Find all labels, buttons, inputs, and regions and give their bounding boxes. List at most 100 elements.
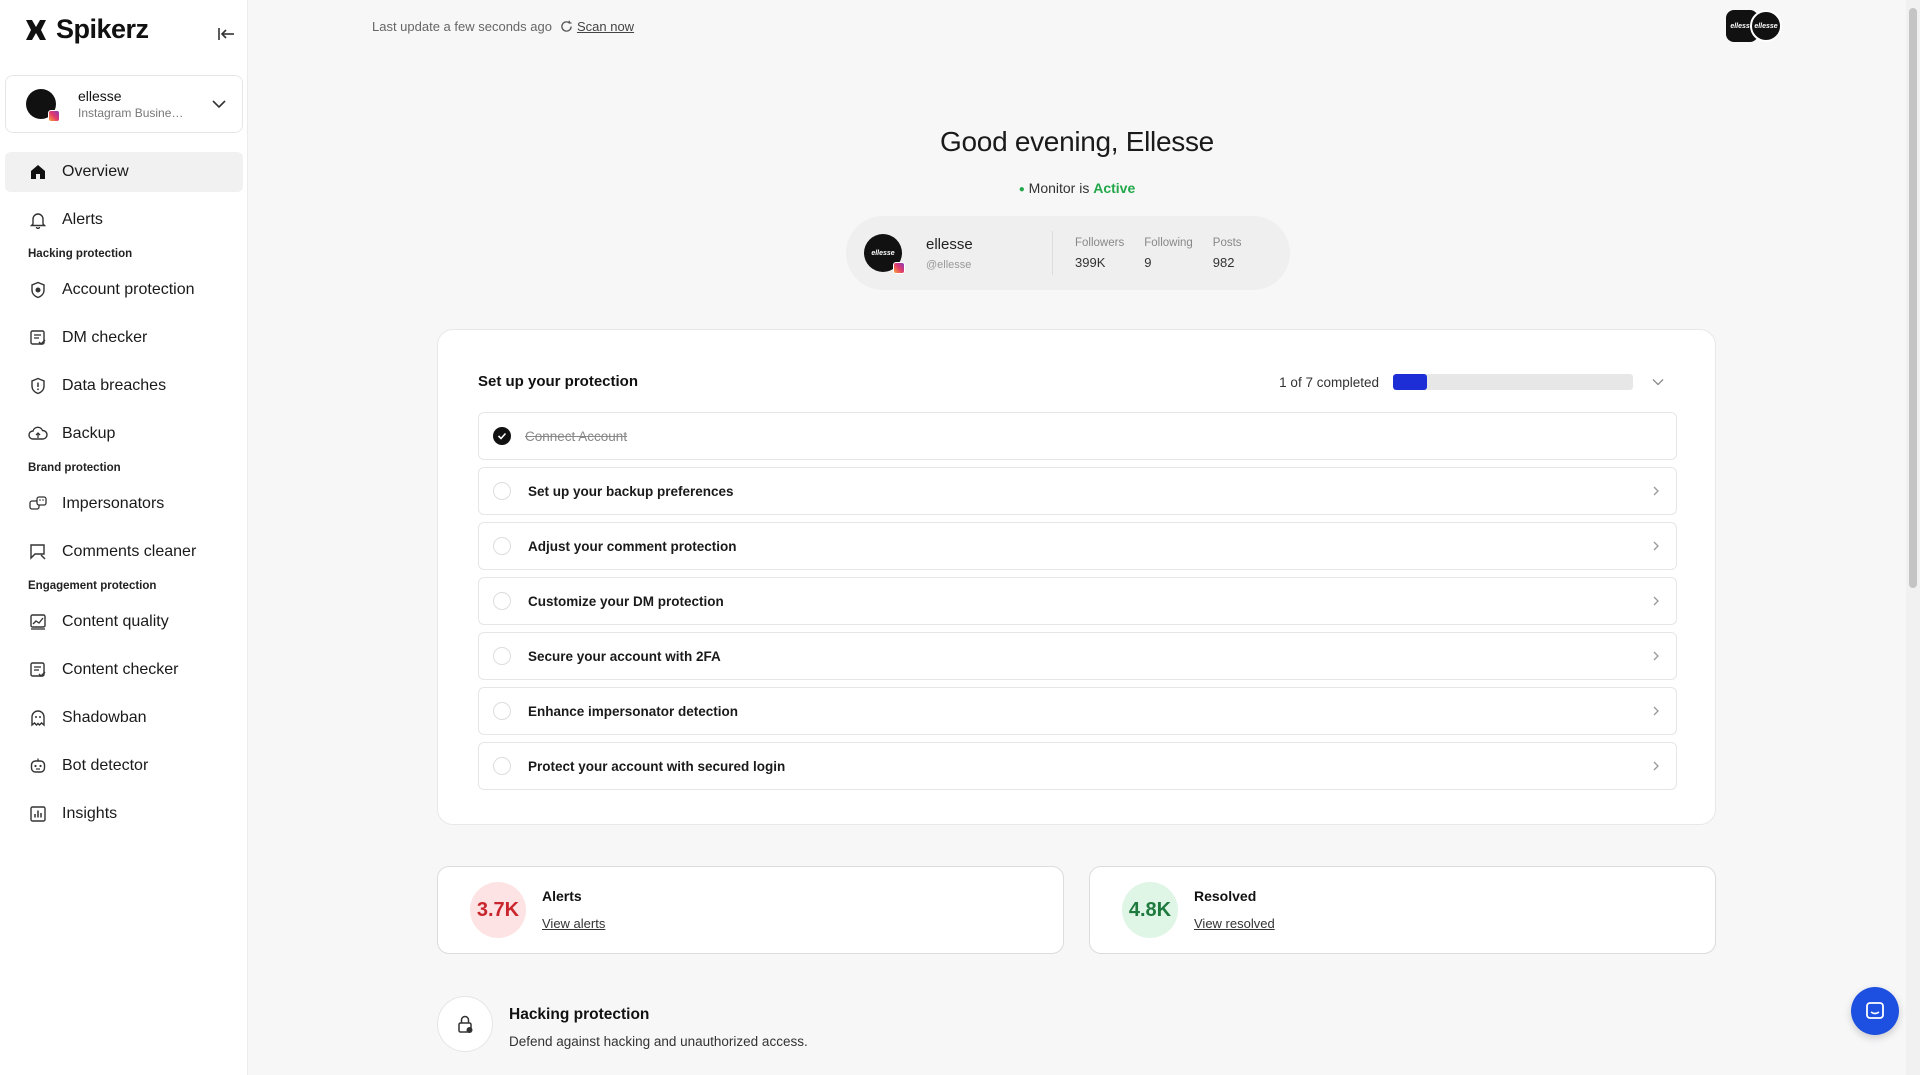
sidebar-item-label: Content checker (62, 661, 179, 678)
profile-handle: @ellesse (926, 258, 972, 271)
masks-icon (28, 494, 48, 514)
sidebar-item-comments-cleaner[interactable]: Comments cleaner (5, 532, 243, 572)
sidebar: Spikerz ellesse Instagram Business Accou… (0, 0, 248, 1075)
sidebar-item-label: Account protection (62, 281, 195, 298)
setup-progress: 1 of 7 completed (1279, 374, 1665, 390)
empty-circle-icon (493, 702, 511, 720)
setup-step-label: Protect your account with secured login (528, 758, 786, 774)
sidebar-item-impersonators[interactable]: Impersonators (5, 484, 243, 524)
resolved-stat-card: 4.8K Resolved View resolved (1089, 866, 1716, 954)
instagram-icon (48, 110, 60, 122)
setup-step[interactable]: Protect your account with secured login (478, 742, 1677, 790)
scan-now-label: Scan now (576, 19, 635, 34)
account-avatars[interactable]: ellesse ellesse (1726, 10, 1782, 42)
sidebar-item-label: Alerts (62, 211, 103, 228)
nav-section-brand: Brand protection (28, 462, 121, 474)
top-bar: Last update a few seconds ago Scan now (372, 19, 634, 34)
nav-section-hacking: Hacking protection (28, 248, 133, 260)
profile-avatar-label: ellesse (871, 249, 895, 257)
comment-broom-icon (28, 542, 48, 562)
brand-logo[interactable]: Spikerz (22, 14, 149, 45)
sidebar-item-alerts[interactable]: Alerts (5, 200, 243, 240)
collapse-left-icon (218, 28, 234, 40)
sidebar-item-label: Comments cleaner (62, 543, 197, 560)
check-circle-icon (493, 427, 511, 445)
sidebar-item-backup[interactable]: Backup (5, 414, 243, 454)
setup-step[interactable]: Secure your account with 2FA (478, 632, 1677, 680)
collapse-sidebar-button[interactable] (214, 22, 238, 46)
shield-icon (28, 280, 48, 300)
sidebar-item-shadowban[interactable]: Shadowban (5, 698, 243, 738)
progress-fill (1393, 374, 1428, 390)
alerts-stat-card: 3.7K Alerts View alerts (437, 866, 1064, 954)
monitor-prefix: Monitor is (1028, 180, 1090, 196)
setup-protection-card: Set up your protection 1 of 7 completed … (437, 329, 1716, 825)
monitor-status-value: Active (1093, 180, 1136, 196)
sidebar-item-label: Bot detector (62, 757, 149, 774)
sidebar-item-content-checker[interactable]: Content checker (5, 650, 243, 690)
ghost-icon (28, 708, 48, 728)
setup-step-label: Customize your DM protection (528, 593, 724, 609)
setup-step[interactable]: Connect Account (478, 412, 1677, 460)
empty-circle-icon (493, 647, 511, 665)
cloud-upload-icon (28, 424, 48, 444)
scrollbar-thumb[interactable] (1909, 8, 1917, 588)
account-name: ellesse (78, 88, 122, 104)
posts-label: Posts (1212, 236, 1242, 249)
setup-steps-list: Connect Account Set up your backup prefer… (478, 412, 1677, 797)
instagram-icon (893, 262, 905, 274)
chevron-right-icon (1653, 651, 1659, 661)
empty-circle-icon (493, 482, 511, 500)
section-description: Defend against hacking and unauthorized … (509, 1034, 808, 1049)
sidebar-nav: Overview Alerts Hacking protection Accou… (5, 152, 243, 842)
account-type: Instagram Business Account (78, 106, 188, 120)
page-scrollbar[interactable] (1906, 0, 1920, 1075)
setup-step[interactable]: Adjust your comment protection (478, 522, 1677, 570)
sidebar-item-label: Content quality (62, 613, 169, 630)
setup-step-label: Set up your backup preferences (528, 483, 734, 499)
sidebar-item-overview[interactable]: Overview (5, 152, 243, 192)
setup-step[interactable]: Customize your DM protection (478, 577, 1677, 625)
setup-step-label: Enhance impersonator detection (528, 703, 739, 719)
sidebar-item-bot-detector[interactable]: Bot detector (5, 746, 243, 786)
view-resolved-link[interactable]: View resolved (1194, 916, 1275, 931)
support-chat-button[interactable] (1851, 987, 1899, 1035)
chevron-down-icon[interactable] (1651, 375, 1665, 389)
sidebar-item-insights[interactable]: Insights (5, 794, 243, 834)
hacking-protection-section: Hacking protection Defend against hackin… (437, 996, 808, 1052)
bot-icon (28, 756, 48, 776)
profile-card: ellesse ellesse @ellesse Followers 399K … (846, 216, 1290, 290)
view-alerts-link[interactable]: View alerts (542, 916, 605, 931)
sidebar-item-dm-checker[interactable]: DM checker (5, 318, 243, 358)
document-check-icon (28, 660, 48, 680)
empty-circle-icon (493, 757, 511, 775)
lock-icon (437, 996, 493, 1052)
chevron-right-icon (1653, 596, 1659, 606)
chevron-right-icon (1653, 761, 1659, 771)
image-chart-icon (28, 612, 48, 632)
sidebar-item-data-breaches[interactable]: Data breaches (5, 366, 243, 406)
last-update-text: Last update a few seconds ago (372, 19, 552, 34)
setup-step[interactable]: Enhance impersonator detection (478, 687, 1677, 735)
account-avatar-round: ellesse (1750, 10, 1782, 42)
sidebar-item-label: DM checker (62, 329, 148, 346)
sidebar-item-label: Insights (62, 805, 118, 822)
empty-circle-icon (493, 592, 511, 610)
divider (1052, 231, 1053, 275)
status-dot-icon: ● (1018, 184, 1025, 195)
chevron-right-icon (1653, 541, 1659, 551)
setup-step[interactable]: Set up your backup preferences (478, 467, 1677, 515)
following-label: Following (1144, 236, 1193, 249)
alerts-count-badge: 3.7K (470, 882, 526, 938)
scan-now-link[interactable]: Scan now (560, 19, 634, 34)
sidebar-item-account-protection[interactable]: Account protection (5, 270, 243, 310)
shield-alert-icon (28, 376, 48, 396)
page-title: Good evening, Ellesse (940, 126, 1214, 157)
account-switcher[interactable]: ellesse Instagram Business Account (5, 75, 243, 133)
chevron-right-icon (1653, 706, 1659, 716)
empty-circle-icon (493, 537, 511, 555)
followers-value: 399K (1075, 254, 1106, 270)
sidebar-item-content-quality[interactable]: Content quality (5, 602, 243, 642)
sidebar-item-label: Overview (62, 163, 129, 180)
progress-bar (1393, 374, 1633, 390)
